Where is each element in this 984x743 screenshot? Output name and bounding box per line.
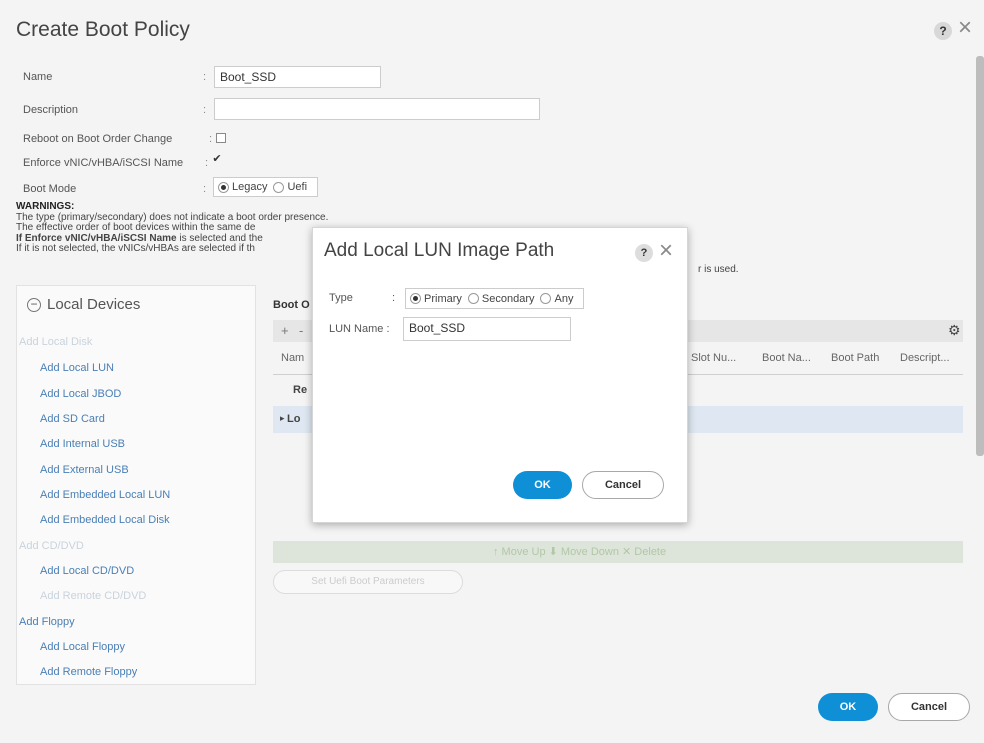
option-label: Primary [424, 292, 462, 305]
ok-button[interactable]: OK [818, 693, 878, 721]
collapse-icon: − [27, 297, 41, 312]
add-embedded-local-disk[interactable]: Add Embedded Local Disk [40, 514, 170, 526]
reboot-label: Reboot on Boot Order Change [23, 133, 173, 145]
modal-title: Add Local LUN Image Path [324, 240, 555, 261]
column-header-slot-number[interactable]: Slot Nu... [691, 352, 736, 364]
warning-text: is selected and the [176, 232, 263, 244]
boot-mode-legacy-option[interactable]: Legacy [218, 181, 267, 193]
colon: : [203, 183, 207, 195]
add-embedded-local-lun[interactable]: Add Embedded Local LUN [40, 489, 170, 501]
reboot-checkbox[interactable] [216, 133, 226, 143]
add-local-floppy[interactable]: Add Local Floppy [40, 641, 125, 653]
colon: : [203, 104, 207, 116]
local-devices-panel: − Local Devices Add Local Disk Add Local… [16, 285, 256, 685]
type-secondary-option[interactable]: Secondary [467, 292, 535, 305]
add-local-lun-image-path-modal: Add Local LUN Image Path ? × Type : Prim… [312, 227, 688, 523]
type-primary-option[interactable]: Primary [410, 293, 462, 305]
expand-arrow-icon[interactable]: ▸ [280, 413, 285, 424]
radio-selected-icon [218, 181, 229, 193]
add-local-cd-dvd[interactable]: Add Local CD/DVD [40, 565, 134, 577]
table-row-label: Lo [287, 413, 301, 425]
cancel-button[interactable]: Cancel [888, 693, 970, 721]
add-local-jbod[interactable]: Add Local JBOD [40, 388, 121, 400]
remove-icon[interactable]: - [299, 323, 303, 338]
option-label: Secondary [481, 292, 535, 305]
add-icon[interactable]: + [281, 323, 289, 338]
add-sd-card[interactable]: Add SD Card [40, 413, 105, 425]
add-external-usb[interactable]: Add External USB [40, 464, 129, 476]
description-label: Description [23, 104, 79, 116]
lun-name-input[interactable]: Boot_SSD [403, 317, 571, 341]
table-row[interactable]: Re [293, 384, 307, 396]
boot-mode-radio-group: Legacy Uefi [213, 177, 319, 197]
close-icon[interactable]: × [958, 14, 972, 42]
modal-ok-button[interactable]: OK [513, 471, 572, 499]
column-header-boot-name[interactable]: Boot Na... [762, 352, 811, 364]
type-label: Type [329, 292, 353, 304]
name-label: Name [23, 71, 53, 83]
help-icon[interactable]: ? [635, 244, 653, 262]
colon: : [203, 71, 207, 83]
close-icon[interactable]: × [659, 236, 673, 266]
add-cd-dvd: Add CD/DVD [19, 540, 84, 552]
set-uefi-boot-parameters-button: Set Uefi Boot Parameters [273, 570, 463, 594]
type-any-option[interactable]: Any [540, 293, 573, 305]
column-header-description[interactable]: Descript... [900, 352, 950, 364]
boot-mode-label: Boot Mode [23, 183, 77, 195]
enforce-checkbox[interactable]: ✔ [212, 154, 222, 165]
option-label: Any [554, 292, 574, 305]
boot-order-heading: Boot O [273, 299, 310, 311]
warning-bold: If Enforce vNIC/vHBA/iSCSI Name [16, 232, 177, 244]
colon: : [392, 292, 396, 304]
radio-icon [467, 293, 479, 304]
name-input[interactable]: Boot_SSD [214, 66, 381, 88]
warning-tail: r is used. [698, 264, 739, 275]
colon: : [205, 157, 209, 169]
option-label: Uefi [287, 181, 308, 193]
radio-icon [273, 181, 285, 193]
add-remote-cd-dvd: Add Remote CD/DVD [40, 590, 147, 602]
warnings-heading: WARNINGS: [16, 201, 75, 212]
lun-name-label: LUN Name : [329, 323, 390, 335]
add-local-lun[interactable]: Add Local LUN [40, 362, 114, 374]
move-actions-bar: ↑ Move Up ⬇ Move Down ✕ Delete [273, 541, 963, 563]
dialog-title: Create Boot Policy [16, 18, 190, 41]
help-icon[interactable]: ? [934, 22, 952, 40]
add-internal-usb[interactable]: Add Internal USB [40, 438, 125, 450]
local-devices-header[interactable]: − Local Devices [27, 296, 140, 313]
column-header-boot-path[interactable]: Boot Path [831, 352, 879, 364]
description-input[interactable] [214, 98, 540, 120]
add-floppy[interactable]: Add Floppy [19, 616, 75, 628]
add-remote-floppy[interactable]: Add Remote Floppy [40, 666, 137, 678]
colon: : [209, 133, 213, 145]
scrollbar[interactable] [976, 56, 984, 456]
add-local-disk: Add Local Disk [19, 336, 93, 348]
option-label: Legacy [232, 181, 268, 193]
gear-icon[interactable]: ⚙ [948, 322, 961, 339]
enforce-label: Enforce vNIC/vHBA/iSCSI Name [23, 157, 184, 169]
boot-mode-uefi-option[interactable]: Uefi [273, 181, 307, 193]
column-header-name[interactable]: Nam [281, 352, 304, 364]
local-devices-title: Local Devices [47, 296, 141, 313]
radio-icon [540, 293, 552, 304]
modal-cancel-button[interactable]: Cancel [582, 471, 664, 499]
type-radio-group: Primary Secondary Any [405, 288, 585, 309]
radio-selected-icon [410, 293, 421, 304]
